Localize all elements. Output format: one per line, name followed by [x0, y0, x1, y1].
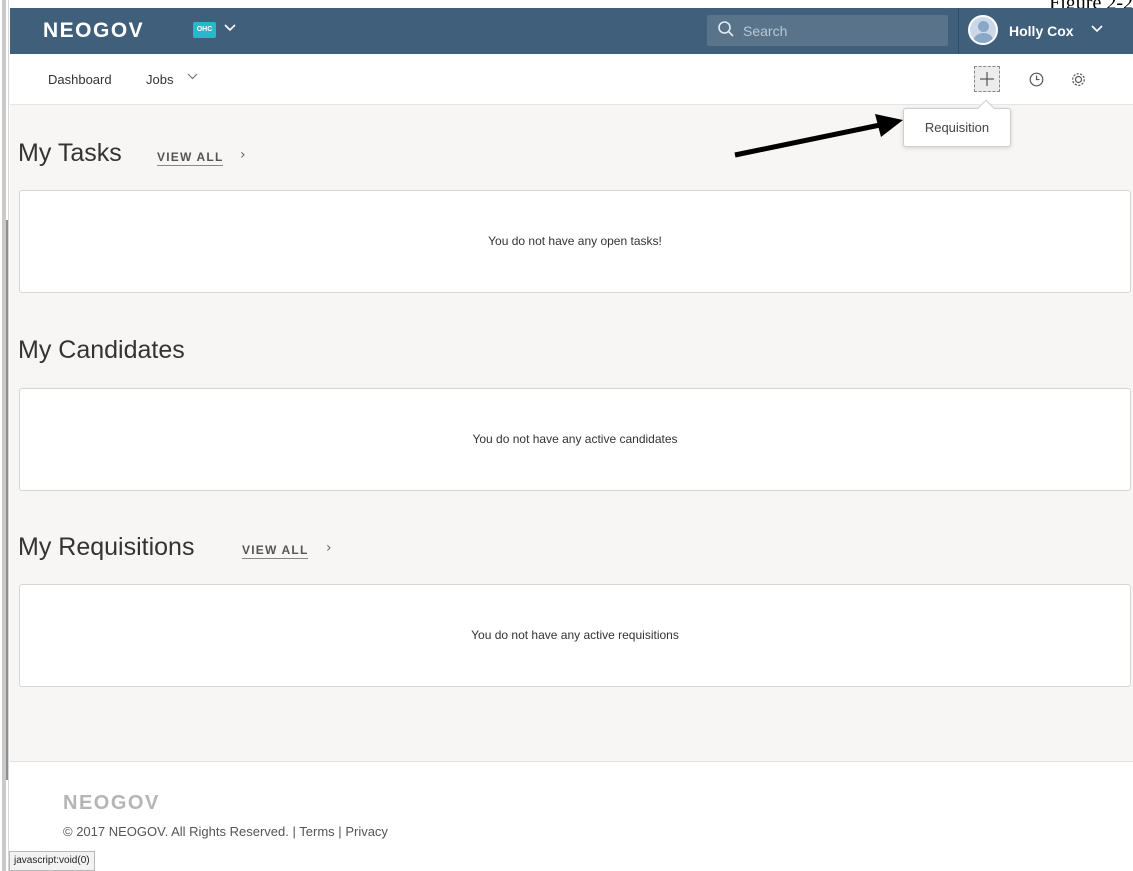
nav-jobs[interactable]: Jobs: [146, 72, 173, 87]
avatar[interactable]: [968, 15, 998, 45]
search-input[interactable]: [743, 15, 938, 46]
gear-icon: [1071, 72, 1085, 86]
requisitions-view-all-link[interactable]: VIEW ALL: [242, 543, 309, 559]
footer-logo: NEOGOV: [63, 792, 160, 814]
tasks-view-all-link[interactable]: VIEW ALL: [157, 150, 224, 166]
footer: NEOGOV © 2017 NEOGOV. All Rights Reserve…: [10, 761, 1133, 871]
annotation-arrow: [734, 114, 903, 158]
section-title-tasks: My Tasks: [18, 139, 122, 167]
search-box[interactable]: [707, 15, 948, 46]
history-button[interactable]: [1023, 66, 1049, 92]
org-badge[interactable]: OHC: [193, 22, 216, 38]
tasks-card: You do not have any open tasks!: [19, 190, 1131, 293]
requisitions-empty-message: You do not have any active requisitions: [471, 628, 679, 642]
clock-icon: [1029, 72, 1043, 86]
dashboard-main: My Tasks VIEW ALL › You do not have any …: [10, 106, 1133, 761]
candidates-empty-message: You do not have any active candidates: [472, 432, 678, 446]
header-divider: [958, 8, 959, 54]
requisitions-card: You do not have any active requisitions: [19, 584, 1131, 687]
candidates-card: You do not have any active candidates: [19, 388, 1131, 491]
plus-icon: [980, 72, 994, 86]
user-name[interactable]: Holly Cox: [1009, 23, 1074, 39]
privacy-link[interactable]: Privacy: [345, 824, 388, 839]
chevron-down-icon[interactable]: [224, 21, 236, 35]
settings-button[interactable]: [1065, 66, 1091, 92]
copyright-text: © 2017 NEOGOV. All Rights Reserved.: [63, 824, 289, 839]
browser-status-bar: javascript:void(0): [9, 851, 95, 871]
chevron-down-icon[interactable]: [1091, 22, 1103, 37]
sub-nav: Dashboard Jobs: [10, 54, 1133, 105]
tooltip-label[interactable]: Requisition: [925, 120, 989, 135]
section-title-candidates: My Candidates: [18, 336, 185, 364]
add-button[interactable]: [974, 66, 1000, 92]
footer-separator: |: [292, 824, 296, 839]
requisition-tooltip[interactable]: Requisition: [903, 99, 1011, 147]
top-header: NEOGOV OHC Holly Cox: [10, 8, 1133, 54]
chevron-down-icon[interactable]: [187, 70, 198, 83]
terms-link[interactable]: Terms: [299, 824, 334, 839]
tasks-empty-message: You do not have any open tasks!: [488, 234, 662, 248]
section-title-requisitions: My Requisitions: [18, 533, 195, 561]
scrollbar-thumb[interactable]: [6, 220, 8, 780]
search-icon: [718, 21, 734, 37]
window-left-edge: [0, 0, 9, 871]
nav-dashboard[interactable]: Dashboard: [48, 72, 112, 87]
footer-separator: |: [338, 824, 342, 839]
footer-copyright: © 2017 NEOGOV. All Rights Reserved. | Te…: [63, 824, 388, 839]
chevron-right-icon[interactable]: ›: [326, 540, 332, 556]
app-logo[interactable]: NEOGOV: [43, 19, 144, 43]
chevron-right-icon[interactable]: ›: [240, 147, 246, 163]
